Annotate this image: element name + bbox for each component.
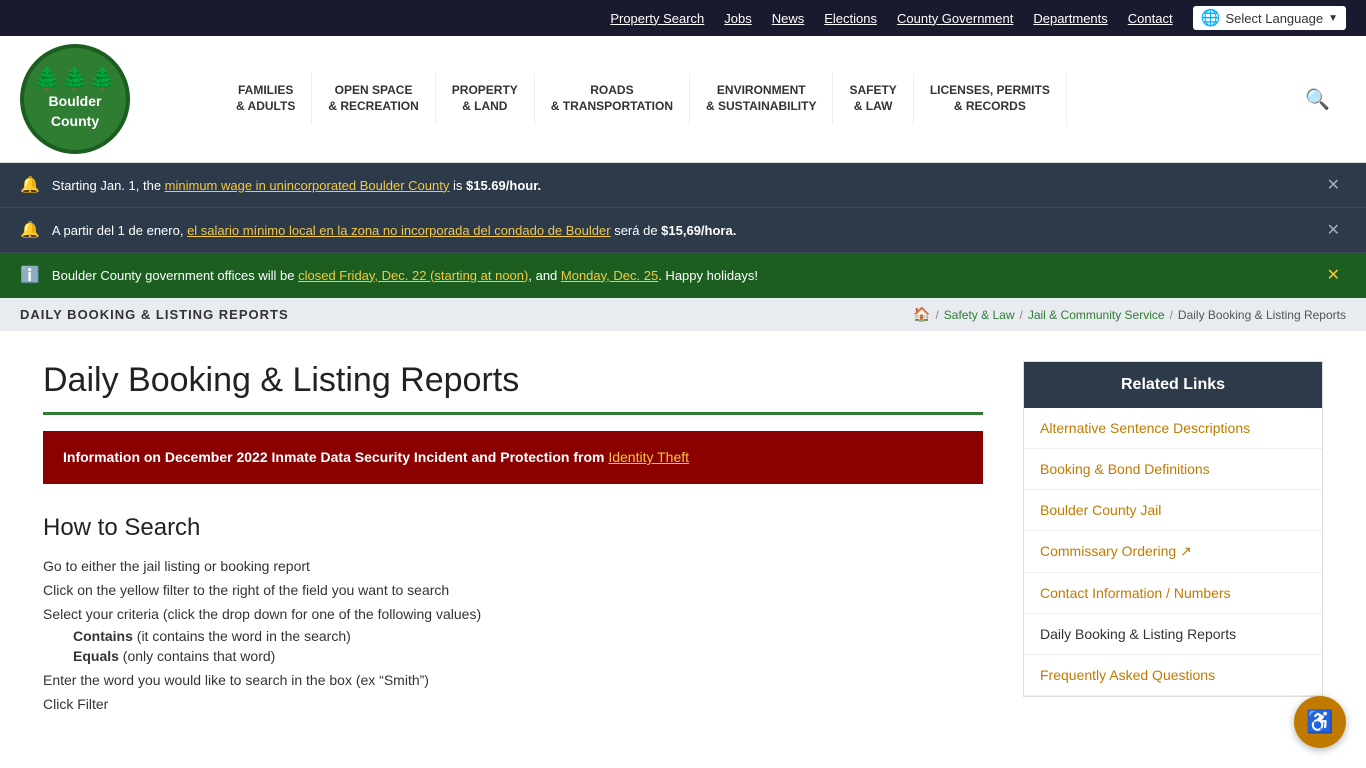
alert-close-3[interactable]: ✕ (1321, 263, 1346, 287)
red-alert-text: Information on December 2022 Inmate Data… (63, 449, 608, 465)
related-link-item: Alternative Sentence Descriptions (1024, 408, 1322, 449)
boulder-county-logo[interactable]: 🌲🌲🌲 Boulder County (20, 44, 130, 154)
contains-label: Contains (73, 628, 133, 644)
accessibility-button[interactable]: ♿ (1294, 696, 1346, 748)
step-1: Go to either the jail listing or booking… (43, 558, 310, 574)
step-2: Click on the yellow filter to the right … (43, 582, 449, 598)
alert-text-3: Boulder County government offices will b… (52, 268, 1321, 283)
list-item: Select your criteria (click the drop dow… (43, 606, 983, 664)
related-links-title: Related Links (1024, 362, 1322, 408)
nav-environment[interactable]: ENVIRONMENT & SUSTAINABILITY (690, 73, 833, 124)
list-item: Contains (it contains the word in the se… (73, 628, 983, 644)
nav-roads-transportation[interactable]: ROADS & TRANSPORTATION (535, 73, 690, 124)
alerts-bar: 🔔 Starting Jan. 1, the minimum wage in u… (0, 163, 1366, 298)
breadcrumb-safety-law[interactable]: Safety & Law (944, 308, 1015, 322)
link-boulder-county-jail[interactable]: Boulder County Jail (1040, 502, 1161, 518)
related-link-item: Booking & Bond Definitions (1024, 449, 1322, 490)
top-nav-county-government[interactable]: County Government (897, 11, 1013, 26)
alert-text-2: A partir del 1 de enero, el salario míni… (52, 223, 1321, 238)
home-icon[interactable]: 🏠 (913, 306, 930, 323)
red-alert-box: Information on December 2022 Inmate Data… (43, 431, 983, 484)
step-5: Click Filter (43, 696, 108, 712)
globe-icon: 🌐 (1201, 8, 1221, 28)
chevron-down-icon: ▼ (1328, 13, 1338, 24)
alert-link-3b[interactable]: Monday, Dec. 25 (561, 268, 658, 283)
breadcrumb-sep-1: / (935, 308, 938, 322)
list-item: Click Filter (43, 696, 983, 712)
nav-licenses-permits[interactable]: LICENSES, PERMITS & RECORDS (914, 73, 1067, 124)
bell-icon-1: 🔔 (20, 175, 40, 195)
nav-safety-law[interactable]: SAFETY & LAW (833, 73, 913, 124)
sub-steps-list: Contains (it contains the word in the se… (43, 628, 983, 664)
alert-link-1[interactable]: minimum wage in unincorporated Boulder C… (165, 178, 450, 193)
page-content: Daily Booking & Listing Reports Informat… (23, 331, 1343, 760)
list-item: Go to either the jail listing or booking… (43, 558, 983, 574)
alert-item-2: 🔔 A partir del 1 de enero, el salario mí… (0, 208, 1366, 253)
language-label: Select Language (1226, 11, 1324, 26)
breadcrumb-navigation: 🏠 / Safety & Law / Jail & Community Serv… (913, 306, 1346, 323)
breadcrumb-jail-community[interactable]: Jail & Community Service (1028, 308, 1165, 322)
alert-link-2[interactable]: el salario mínimo local en la zona no in… (187, 223, 611, 238)
nav-open-space[interactable]: OPEN SPACE & RECREATION (312, 73, 435, 124)
page-title: Daily Booking & Listing Reports (43, 361, 983, 415)
breadcrumb-sep-3: / (1170, 308, 1173, 322)
contains-desc: (it contains the word in the search) (133, 628, 351, 644)
nav-items-container: FAMILIES & ADULTS OPEN SPACE & RECREATIO… (220, 73, 1289, 124)
link-faq[interactable]: Frequently Asked Questions (1040, 667, 1215, 683)
logo-line1: Boulder (49, 92, 102, 110)
breadcrumb-current: Daily Booking & Listing Reports (1178, 308, 1346, 322)
link-alternative-sentence[interactable]: Alternative Sentence Descriptions (1040, 420, 1250, 436)
equals-label: Equals (73, 648, 119, 664)
link-contact-info[interactable]: Contact Information / Numbers (1040, 585, 1231, 601)
logo-line2: County (51, 112, 99, 130)
logo-area[interactable]: 🌲🌲🌲 Boulder County (20, 36, 200, 162)
step-3: Select your criteria (click the drop dow… (43, 606, 481, 622)
how-to-search-title: How to Search (43, 514, 983, 542)
sidebar: Related Links Alternative Sentence Descr… (1023, 361, 1323, 720)
how-to-steps-list: Go to either the jail listing or booking… (43, 558, 983, 712)
related-link-item: Commissary Ordering ↗ (1024, 531, 1322, 573)
link-commissary-ordering[interactable]: Commissary Ordering ↗ (1040, 543, 1192, 559)
site-search-button[interactable]: 🔍 (1289, 77, 1346, 122)
alert-close-2[interactable]: ✕ (1321, 218, 1346, 242)
top-nav-property-search[interactable]: Property Search (610, 11, 704, 26)
related-link-item: Contact Information / Numbers (1024, 573, 1322, 614)
related-link-item-active: Daily Booking & Listing Reports (1024, 614, 1322, 655)
related-links-box: Related Links Alternative Sentence Descr… (1023, 361, 1323, 697)
alert-close-1[interactable]: ✕ (1321, 173, 1346, 197)
main-column: Daily Booking & Listing Reports Informat… (43, 361, 983, 720)
identity-theft-link[interactable]: Identity Theft (608, 449, 689, 465)
alert-text-1: Starting Jan. 1, the minimum wage in uni… (52, 178, 1321, 193)
link-booking-bond[interactable]: Booking & Bond Definitions (1040, 461, 1210, 477)
language-selector[interactable]: 🌐 Select Language ▼ (1193, 6, 1346, 30)
top-nav-elections[interactable]: Elections (824, 11, 877, 26)
step-4: Enter the word you would like to search … (43, 672, 429, 688)
breadcrumb-sep-2: / (1020, 308, 1023, 322)
alert-link-3a[interactable]: closed Friday, Dec. 22 (starting at noon… (298, 268, 528, 283)
list-item: Equals (only contains that word) (73, 648, 983, 664)
top-nav-departments[interactable]: Departments (1033, 11, 1107, 26)
alert-item-3: ℹ️ Boulder County government offices wil… (0, 253, 1366, 298)
equals-desc: (only contains that word) (119, 648, 275, 664)
top-navigation: Property Search Jobs News Elections Coun… (0, 0, 1366, 36)
site-header: 🌲🌲🌲 Boulder County FAMILIES & ADULTS OPE… (0, 36, 1366, 163)
top-nav-jobs[interactable]: Jobs (724, 11, 751, 26)
breadcrumb-bar: DAILY BOOKING & LISTING REPORTS 🏠 / Safe… (0, 298, 1366, 331)
bell-icon-2: 🔔 (20, 220, 40, 240)
nav-families-adults[interactable]: FAMILIES & ADULTS (220, 73, 312, 124)
nav-property-land[interactable]: PROPERTY & LAND (436, 73, 535, 124)
top-nav-contact[interactable]: Contact (1128, 11, 1173, 26)
list-item: Enter the word you would like to search … (43, 672, 983, 688)
external-link-icon: ↗ (1180, 543, 1192, 559)
info-icon: ℹ️ (20, 265, 40, 285)
related-link-item: Boulder County Jail (1024, 490, 1322, 531)
link-daily-booking[interactable]: Daily Booking & Listing Reports (1040, 626, 1236, 642)
top-nav-news[interactable]: News (772, 11, 805, 26)
breadcrumb-page-title: DAILY BOOKING & LISTING REPORTS (20, 307, 289, 322)
related-link-item: Frequently Asked Questions (1024, 655, 1322, 696)
main-navigation: FAMILIES & ADULTS OPEN SPACE & RECREATIO… (200, 73, 1346, 124)
logo-tree-icon: 🌲🌲🌲 (34, 68, 116, 90)
list-item: Click on the yellow filter to the right … (43, 582, 983, 598)
alert-item-1: 🔔 Starting Jan. 1, the minimum wage in u… (0, 163, 1366, 208)
